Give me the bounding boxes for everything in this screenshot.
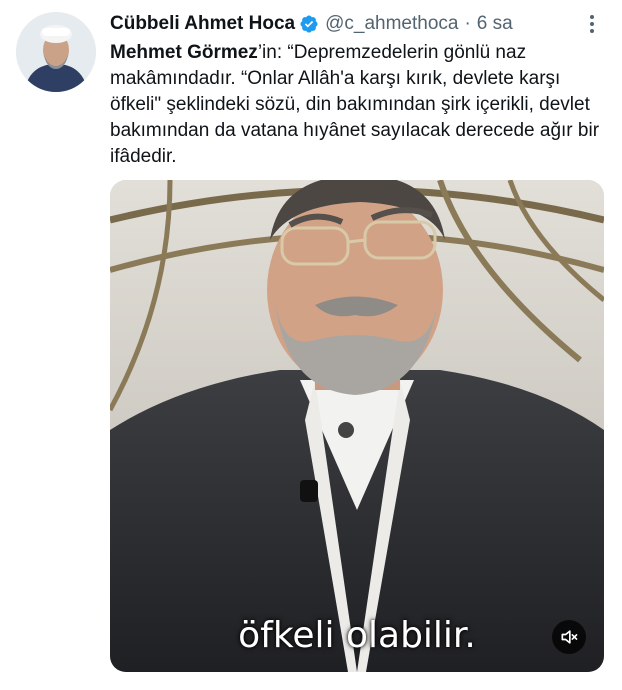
verified-badge-icon — [299, 14, 319, 34]
tweet-header: Cübbeli Ahmet Hoca @c_ahmethoca · 6 sa — [110, 10, 606, 38]
video-caption: öfkeli olabilir. — [238, 615, 476, 656]
more-options-icon[interactable] — [582, 12, 602, 36]
tweet: Cübbeli Ahmet Hoca @c_ahmethoca · 6 sa M… — [0, 0, 622, 690]
avatar[interactable] — [16, 12, 96, 92]
user-handle[interactable]: @c_ahmethoca — [325, 13, 458, 35]
separator-dot: · — [464, 13, 471, 34]
timestamp[interactable]: 6 sa — [477, 13, 513, 35]
tweet-text: Mehmet Görmez’in: “Depremzedelerin gönlü… — [110, 40, 600, 170]
video-player[interactable]: öfkeli olabilir. — [110, 180, 604, 672]
speaker-muted-icon[interactable] — [552, 620, 586, 654]
display-name[interactable]: Cübbeli Ahmet Hoca — [110, 13, 295, 35]
mentioned-name: Mehmet Görmez — [110, 42, 258, 63]
video-frame — [110, 180, 604, 672]
